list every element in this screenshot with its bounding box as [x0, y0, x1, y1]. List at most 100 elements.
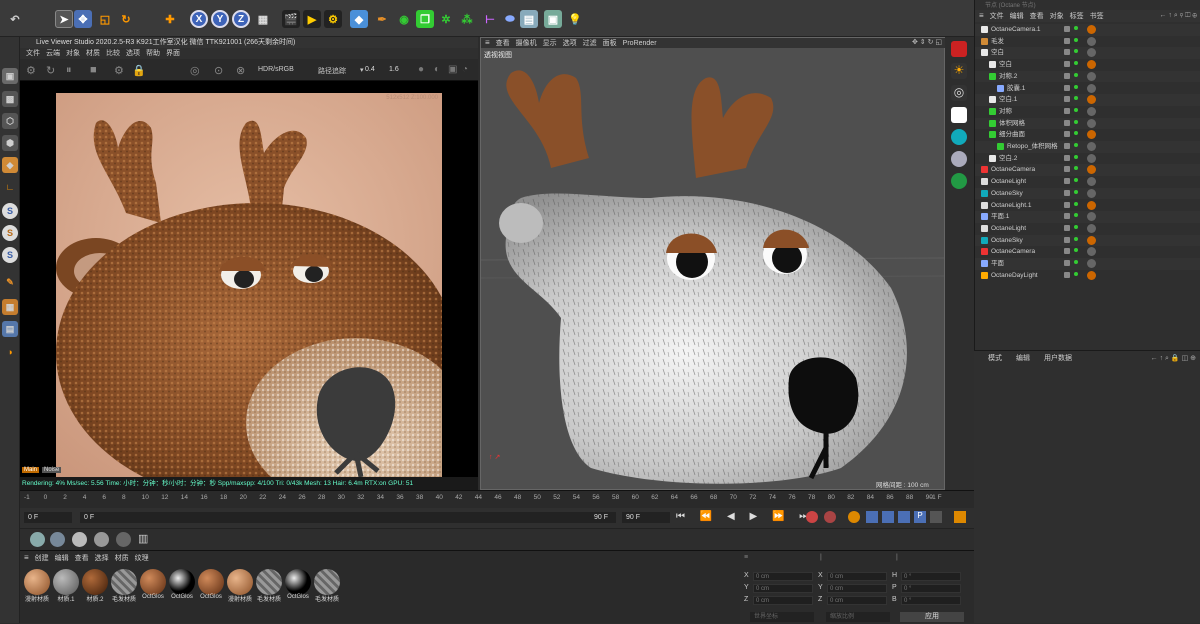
stop-render-icon[interactable]: ■	[90, 64, 97, 76]
snap-s2-icon[interactable]: S	[2, 225, 18, 241]
object-tag-icon[interactable]	[1087, 36, 1096, 46]
scale-tool-icon[interactable]: ◱	[96, 10, 114, 28]
object-row[interactable]: 空白.1	[975, 94, 1200, 106]
object-tag-icon[interactable]	[1087, 118, 1096, 128]
autokey-icon[interactable]	[824, 511, 836, 523]
object-row[interactable]: OctaneSky	[975, 235, 1200, 247]
record-icon[interactable]	[806, 511, 818, 523]
coord-value-field[interactable]: 0 cm	[753, 572, 813, 581]
octane-render-icon[interactable]	[951, 41, 967, 57]
material-swatch[interactable]	[285, 569, 311, 595]
object-row[interactable]: 对称	[975, 106, 1200, 118]
visibility-toggle[interactable]	[1064, 248, 1070, 255]
om-menu-view[interactable]: 查看	[1030, 13, 1044, 20]
enabled-toggle[interactable]	[1074, 119, 1078, 124]
scatter-icon[interactable]	[951, 173, 967, 189]
texture-mode-icon[interactable]: ▩	[2, 91, 18, 107]
move-tool-icon[interactable]: ✥	[74, 10, 92, 28]
world-coords-select[interactable]: 世界坐标	[750, 612, 814, 622]
region-icon[interactable]: ◔	[462, 64, 468, 75]
visibility-toggle[interactable]	[1064, 271, 1070, 278]
material-swatch[interactable]	[111, 569, 137, 595]
object-row[interactable]: 胶囊.1	[975, 83, 1200, 95]
visibility-toggle[interactable]	[1064, 107, 1070, 114]
lv-menu-file[interactable]: 文件	[26, 50, 40, 57]
object-row[interactable]: OctaneCamera	[975, 164, 1200, 176]
visibility-toggle[interactable]	[1064, 49, 1070, 56]
enabled-toggle[interactable]	[1074, 131, 1078, 136]
timeline-ruler[interactable]: -1 0 2 4 6 8 10 12 14 16 18 20 22 24 26 28 30 32 34 36 38 40 4…	[20, 490, 974, 508]
coord-value-field[interactable]: 0 cm	[753, 596, 813, 605]
clay-icon[interactable]: ◐	[434, 64, 440, 75]
x-axis-toggle[interactable]: X	[190, 10, 208, 28]
object-tag-icon[interactable]	[1087, 177, 1096, 187]
enabled-toggle[interactable]	[1074, 26, 1078, 30]
object-tag-icon[interactable]	[1087, 247, 1096, 257]
exposure-field[interactable]: 0.4	[365, 66, 375, 73]
key-rotate-icon[interactable]	[898, 511, 910, 523]
enabled-toggle[interactable]	[1074, 37, 1078, 42]
attr-menu-userdata[interactable]: 用户数据	[1044, 355, 1072, 362]
subdivision-icon[interactable]: ◉	[395, 10, 413, 28]
enabled-toggle[interactable]	[1074, 61, 1078, 66]
film-icon[interactable]: ▥	[138, 532, 148, 545]
material-swatch[interactable]	[198, 569, 224, 595]
object-row[interactable]: OctaneSky	[975, 188, 1200, 200]
visibility-toggle[interactable]	[1064, 213, 1070, 220]
visibility-toggle[interactable]	[1064, 72, 1070, 79]
visibility-toggle[interactable]	[1064, 154, 1070, 161]
material-swatch[interactable]	[82, 569, 108, 595]
viewport-scene[interactable]	[481, 48, 944, 489]
field-icon[interactable]: ⬬	[501, 10, 519, 28]
lv-menu-gui[interactable]: 界面	[166, 50, 180, 57]
object-tag-icon[interactable]	[1087, 223, 1096, 233]
key-pla-icon[interactable]	[930, 511, 942, 523]
snap-s-icon[interactable]: S	[2, 203, 18, 219]
main-pass-tag[interactable]: Main	[22, 467, 40, 473]
deformer-icon[interactable]: ⊢	[481, 10, 499, 28]
object-tag-icon[interactable]	[1087, 95, 1096, 105]
key-scale-icon[interactable]	[882, 511, 894, 523]
undo-icon[interactable]: ↶	[6, 10, 24, 28]
object-tag-icon[interactable]	[1087, 106, 1096, 116]
material-swatch[interactable]	[140, 569, 166, 595]
object-tag-icon[interactable]	[1087, 188, 1096, 198]
object-row[interactable]: Retopo_体积网格	[975, 141, 1200, 153]
enabled-toggle[interactable]	[1074, 143, 1078, 147]
attr-nav-icons[interactable]: ← ↑ ⌕ 🔒 ◫ ⊕	[1151, 353, 1196, 365]
om-hamburger-icon[interactable]: ≡	[979, 11, 984, 20]
restart-render-icon[interactable]: ↻	[46, 64, 55, 77]
key-param-icon[interactable]: P	[914, 511, 926, 523]
vp-menu-view[interactable]: 查看	[496, 40, 510, 47]
vp-menu-cameras[interactable]: 摄像机	[516, 40, 537, 47]
om-menu-bookmarks[interactable]: 书签	[1090, 13, 1104, 20]
lv-menu-cloud[interactable]: 云端	[46, 50, 60, 57]
snapshot-icon[interactable]: ▣	[448, 64, 457, 75]
visibility-toggle[interactable]	[1064, 224, 1070, 231]
enabled-toggle[interactable]	[1074, 49, 1078, 54]
send-scene-icon[interactable]: ⚙	[26, 64, 36, 77]
model-mode-icon[interactable]: ▣	[2, 68, 18, 84]
enabled-toggle[interactable]	[1074, 178, 1078, 183]
polygon-mode-icon[interactable]: ◆	[2, 157, 18, 173]
enabled-toggle[interactable]	[1074, 107, 1078, 112]
object-tag-icon[interactable]	[1087, 235, 1096, 245]
pick-object-icon[interactable]: ⊗	[236, 64, 245, 77]
channel-icon[interactable]: ●	[418, 64, 424, 75]
enabled-toggle[interactable]	[1074, 154, 1078, 159]
material-swatch[interactable]	[53, 569, 79, 595]
object-tag-icon[interactable]	[1087, 71, 1096, 81]
material-preview-icon[interactable]	[50, 532, 65, 547]
floor-icon[interactable]: ▤	[520, 10, 538, 28]
z-axis-toggle[interactable]: Z	[232, 10, 250, 28]
sculpt-icon[interactable]: ◑	[2, 344, 18, 360]
om-nav-icons[interactable]: ← ↑ ⌕ ⚲ ◫ ⊕	[1159, 10, 1197, 22]
checker-icon[interactable]	[72, 532, 87, 547]
object-row[interactable]: OctaneLight	[975, 176, 1200, 188]
object-tag-icon[interactable]	[1087, 48, 1096, 58]
object-row[interactable]: 体积网格	[975, 118, 1200, 130]
end-frame-field[interactable]: 90 F	[622, 512, 670, 523]
om-menu-file[interactable]: 文件	[990, 13, 1004, 20]
texture-ball-icon[interactable]	[116, 532, 131, 547]
visibility-toggle[interactable]	[1064, 201, 1070, 208]
